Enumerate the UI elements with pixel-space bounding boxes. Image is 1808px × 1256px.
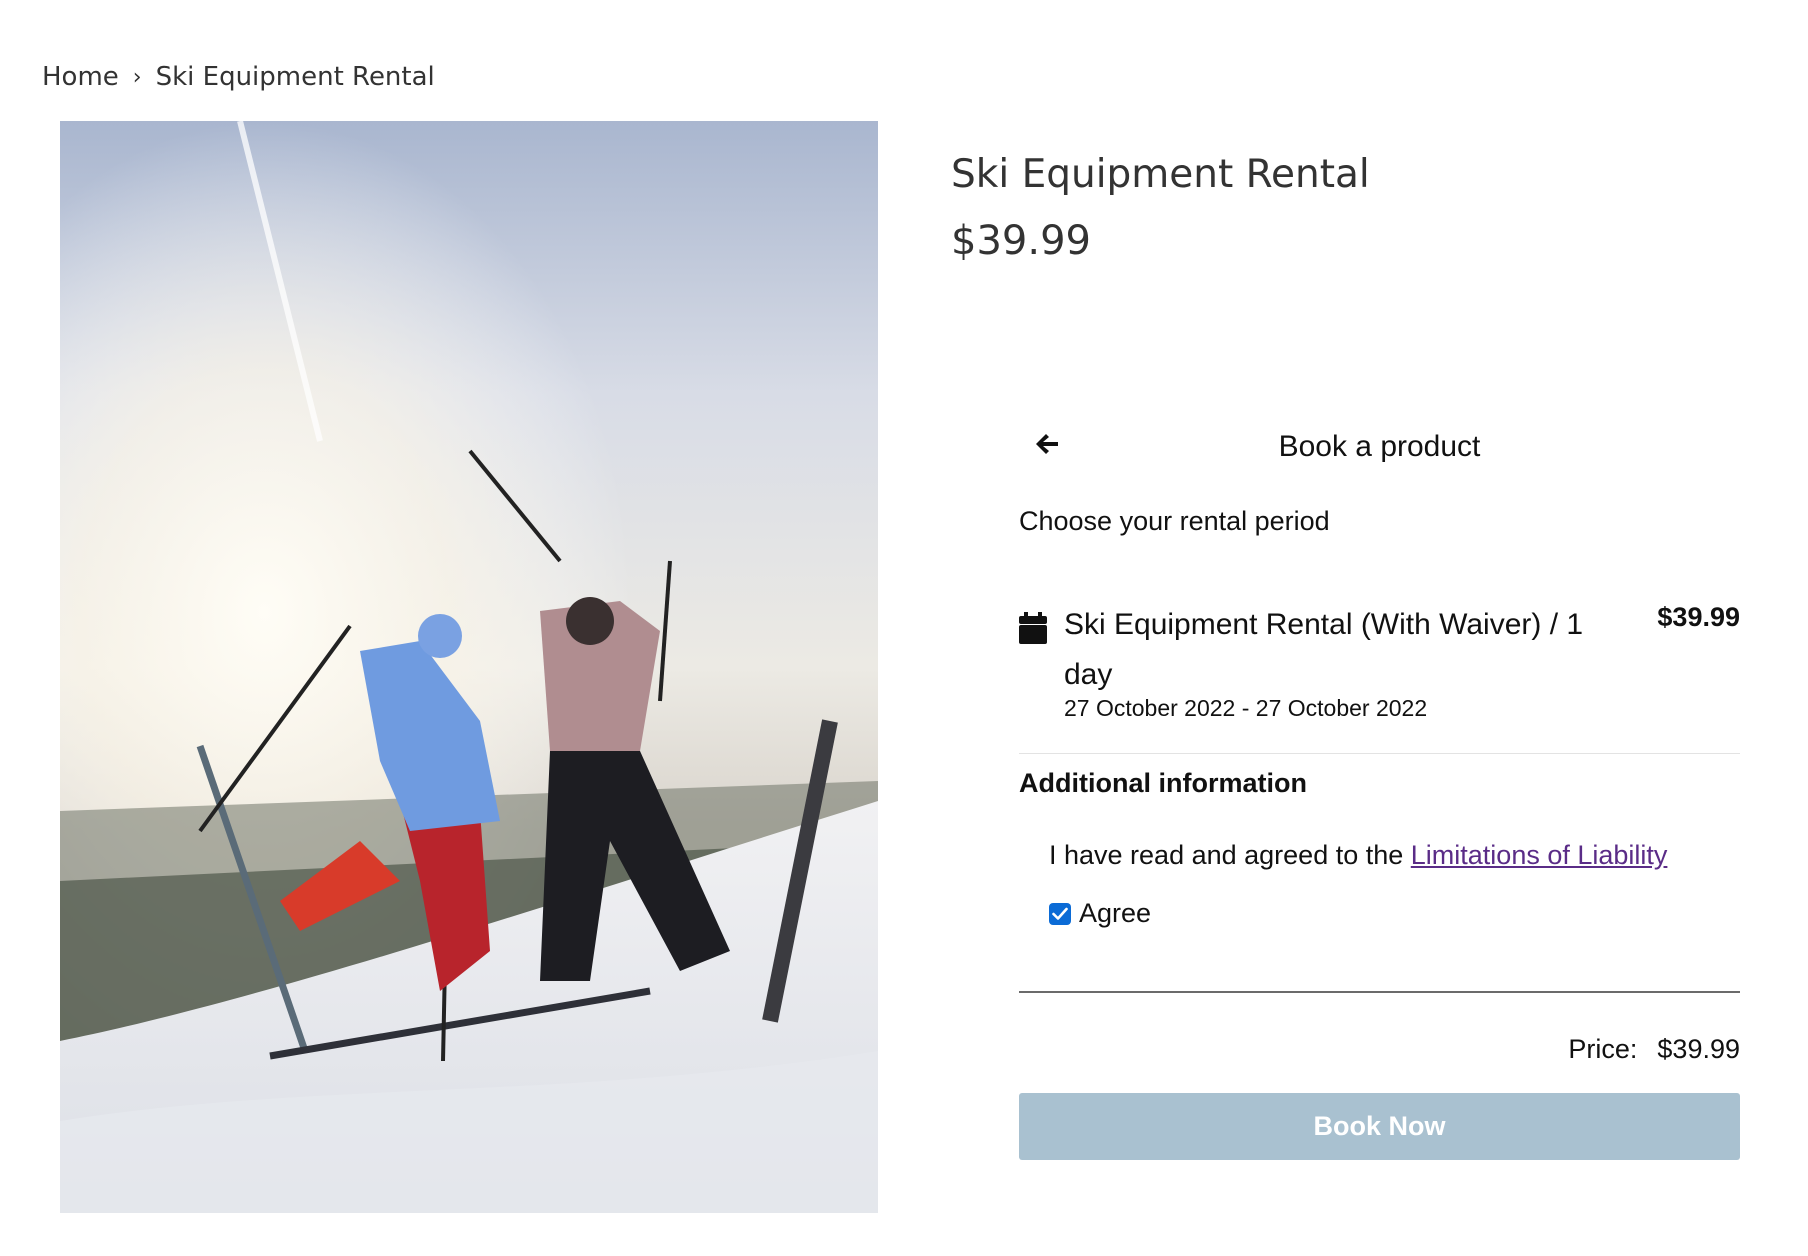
product-image: [60, 121, 878, 1213]
book-now-button[interactable]: Book Now: [1019, 1093, 1740, 1160]
waiver-statement: I have read and agreed to the Limitation…: [1049, 840, 1667, 871]
price-label: Price:: [1568, 1034, 1638, 1064]
agree-checkbox[interactable]: [1049, 902, 1071, 925]
checkmark-icon: [1052, 907, 1068, 920]
agree-label: Agree: [1079, 898, 1152, 928]
limitations-of-liability-link[interactable]: Limitations of Liability: [1411, 840, 1668, 870]
calendar-icon: [1019, 612, 1047, 644]
skiers-photo: [60, 121, 878, 1213]
breadcrumb-current: Ski Equipment Rental: [155, 62, 435, 92]
booking-title: Book a product: [1278, 430, 1481, 463]
booking-header: Book a product: [1019, 420, 1740, 480]
price-value: $39.99: [1657, 1034, 1740, 1064]
breadcrumb-separator: ›: [132, 64, 142, 90]
rental-item-price: $39.99: [1657, 602, 1740, 632]
product-title: Ski Equipment Rental: [951, 152, 1370, 197]
agree-checkbox-row[interactable]: Agree: [1049, 898, 1151, 929]
rental-item-dates: 27 October 2022 - 27 October 2022: [1064, 695, 1428, 721]
rental-period-label: Choose your rental period: [1019, 506, 1330, 536]
divider: [1019, 991, 1740, 993]
rental-item-name: Ski Equipment Rental (With Waiver) / 1 d…: [1064, 608, 1584, 691]
waiver-prefix: I have read and agreed to the: [1049, 840, 1411, 870]
breadcrumb-home-link[interactable]: Home: [42, 62, 119, 92]
booking-widget: Book a product Choose your rental period…: [1019, 420, 1740, 1160]
total-price: Price: $39.99: [1568, 1034, 1740, 1065]
product-price: $39.99: [951, 218, 1091, 264]
additional-info-heading: Additional information: [1019, 768, 1307, 798]
breadcrumb: Home › Ski Equipment Rental: [42, 62, 435, 92]
divider: [1019, 753, 1740, 754]
